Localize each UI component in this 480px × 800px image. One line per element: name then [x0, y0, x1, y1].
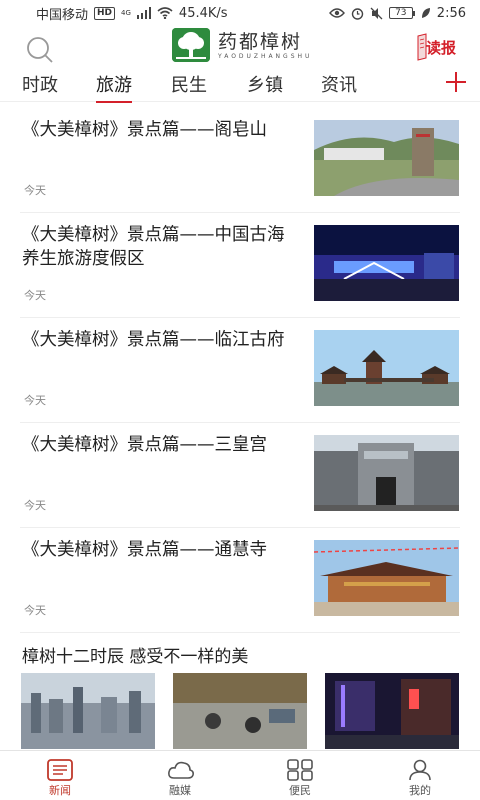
app-logo: 药都樟树 YAODUZHANGSHU: [172, 28, 312, 62]
article-thumbnail: [314, 435, 459, 511]
article-thumbnail: [314, 120, 459, 196]
article-title: 《大美樟树》景点篇——三皇宫: [22, 435, 267, 455]
app-pinyin: YAODUZHANGSHU: [218, 52, 313, 60]
nav-media-label: 融媒: [169, 784, 191, 797]
app-header: 药都樟树 YAODUZHANGSHU 读报: [0, 26, 480, 68]
battery-indicator: 73: [388, 7, 415, 19]
gallery-title[interactable]: 樟树十二时辰 感受不一样的美: [22, 642, 248, 667]
list-item[interactable]: 《大美樟树》景点篇——临江古府 今天: [20, 318, 460, 423]
carrier-label: 中国移动: [36, 7, 89, 23]
nav-media[interactable]: 融媒: [140, 751, 220, 800]
battery-level: 73: [388, 7, 413, 19]
article-time: 今天: [24, 394, 46, 407]
nav-services[interactable]: 便民: [260, 751, 340, 800]
list-item[interactable]: 《大美樟树》景点篇——三皇宫 今天: [20, 423, 460, 528]
nav-profile[interactable]: 我的: [380, 751, 460, 800]
clock-time: 2:56: [436, 5, 466, 21]
channel-tabs: 时政 旅游 民生 乡镇 资讯: [0, 68, 480, 103]
nav-profile-label: 我的: [409, 784, 431, 797]
article-thumbnail: [314, 540, 459, 616]
status-bar: 中国移动 HD 4G 45.4K/s 73 2:56: [0, 0, 480, 26]
article-time: 今天: [24, 499, 46, 512]
gallery-image[interactable]: [173, 673, 307, 749]
article-title: 《大美樟树》景点篇——临江古府: [22, 330, 285, 350]
alarm-icon: [351, 7, 363, 20]
article-list: 《大美樟树》景点篇——阁皂山 今天 《大美樟树》景点篇——中国古海养生旅游度假区…: [0, 108, 480, 633]
tab-livelihood[interactable]: 民生: [171, 71, 207, 97]
eye-icon: [328, 8, 345, 18]
cloud-icon: [168, 761, 194, 779]
app-name: 药都樟树: [218, 30, 303, 53]
tab-politics[interactable]: 时政: [22, 71, 58, 97]
person-icon: [409, 759, 431, 781]
add-channel-button[interactable]: [444, 70, 468, 94]
article-title: 《大美樟树》景点篇——通慧寺: [22, 540, 267, 560]
search-button[interactable]: [24, 34, 56, 66]
article-title: 《大美樟树》景点篇——中国古海养生旅游度假区: [22, 225, 285, 269]
wifi-icon: [157, 7, 173, 19]
grid-icon: [287, 759, 313, 781]
gallery-strip: [21, 673, 461, 749]
bottom-navigation: 新闻 融媒 便民 我的: [0, 750, 480, 800]
network-speed: 45.4K/s: [178, 5, 228, 21]
read-newspaper-button[interactable]: 读报: [414, 32, 462, 62]
tab-towns[interactable]: 乡镇: [247, 71, 283, 97]
article-time: 今天: [24, 289, 46, 302]
list-item[interactable]: 《大美樟树》景点篇——通慧寺 今天: [20, 528, 460, 633]
article-title: 《大美樟树》景点篇——阁皂山: [22, 120, 267, 140]
article-time: 今天: [24, 604, 46, 617]
article-time: 今天: [24, 184, 46, 197]
gallery-image[interactable]: [325, 673, 459, 749]
nav-news[interactable]: 新闻: [20, 751, 100, 800]
plus-icon: [446, 72, 466, 92]
search-icon: [27, 37, 53, 63]
list-item[interactable]: 《大美樟树》景点篇——中国古海养生旅游度假区 今天: [20, 213, 460, 318]
leaf-icon: [421, 8, 430, 18]
hd-badge: HD: [94, 6, 116, 20]
tree-logo-icon: [172, 28, 210, 62]
network-type: 4G: [121, 9, 131, 17]
tab-news-info[interactable]: 资讯: [321, 71, 357, 97]
gallery-image[interactable]: [21, 673, 155, 749]
article-thumbnail: [314, 225, 459, 301]
tab-travel[interactable]: 旅游: [96, 71, 132, 103]
news-list-icon: [47, 759, 73, 781]
mute-icon: [370, 7, 383, 19]
article-thumbnail: [314, 330, 459, 406]
signal-icon: [136, 7, 151, 19]
nav-services-label: 便民: [289, 784, 311, 797]
read-newspaper-label: 读报: [426, 39, 457, 57]
list-item[interactable]: 《大美樟树》景点篇——阁皂山 今天: [20, 108, 460, 213]
nav-news-label: 新闻: [49, 784, 71, 797]
